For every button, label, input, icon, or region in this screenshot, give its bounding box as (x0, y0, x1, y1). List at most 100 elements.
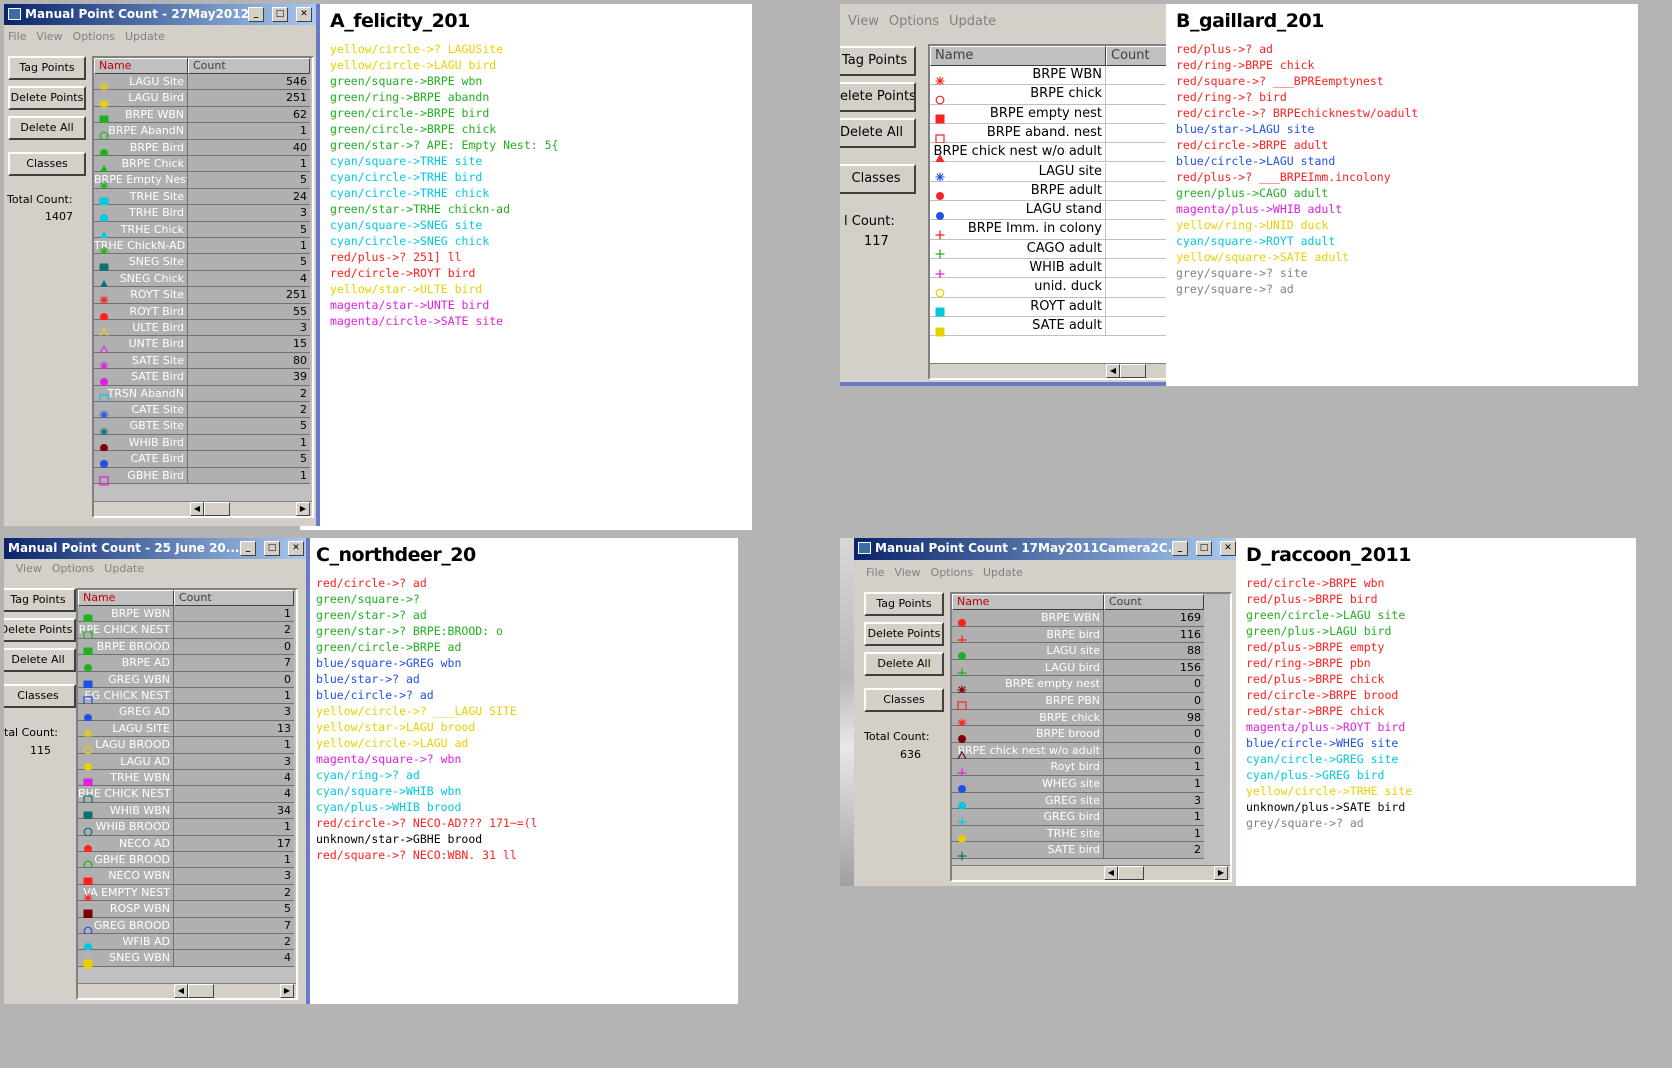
table-row[interactable]: BRPE empty nest (930, 104, 1166, 124)
table-row[interactable]: BRPE WBN 62 (94, 106, 312, 125)
delete-points-button[interactable]: Delete Points (864, 622, 944, 646)
menu-file[interactable]: File (8, 30, 26, 43)
menu-options[interactable]: Options (889, 14, 939, 29)
table-row[interactable]: GBHE Bird 1 (94, 467, 312, 486)
table-row[interactable]: SATE Site 80 (94, 352, 312, 371)
maximize-icon[interactable]: □ (1196, 541, 1212, 556)
table-row[interactable]: LAGU AD 3 (78, 753, 296, 771)
table-row[interactable]: BRPE chick nest w/o adult 0 (952, 742, 1230, 761)
column-header-name[interactable]: Name (930, 46, 1106, 66)
menu-update[interactable]: Update (949, 14, 996, 29)
menu-view[interactable]: View (894, 566, 920, 579)
scroll-right-icon[interactable]: ▶ (280, 984, 294, 998)
classes-button[interactable]: Classes (864, 688, 944, 712)
minimize-icon[interactable]: _ (248, 7, 264, 22)
table-row[interactable]: SATE bird 2 (952, 842, 1230, 861)
horizontal-scrollbar[interactable]: ◀ (930, 363, 1166, 378)
class-count-grid[interactable]: Name Count BRPE WBN 1 RPE CHICK NEST 2 BRPE BR… (76, 588, 298, 1000)
table-row[interactable]: ROYT adult (930, 297, 1166, 317)
scroll-left-icon[interactable]: ◀ (1104, 866, 1118, 880)
table-row[interactable]: SATE Bird 39 (94, 369, 312, 387)
table-row[interactable]: BRPE WBN 1 (78, 606, 296, 624)
table-row[interactable]: LAGU Bird 251 (94, 90, 312, 108)
table-row[interactable]: TRHE site 1 (952, 825, 1230, 844)
menu-options[interactable]: Options (73, 30, 115, 43)
menu-view[interactable]: View (36, 30, 62, 43)
table-row[interactable]: SNEG WBN 4 (78, 950, 296, 969)
table-row[interactable]: RPE CHICK NEST 2 (78, 622, 296, 641)
tag-points-button[interactable]: Tag Points (840, 46, 916, 76)
horizontal-scrollbar[interactable]: ◀ ▶ (78, 983, 296, 998)
table-row[interactable]: CATE Site 2 (94, 402, 312, 420)
classes-button[interactable]: Classes (4, 684, 76, 708)
table-row[interactable]: GREG site 3 (952, 792, 1230, 810)
table-row[interactable]: BRPE bird 116 (952, 626, 1230, 645)
scroll-thumb[interactable] (188, 984, 214, 998)
table-row[interactable]: ROSP WBN 5 (78, 901, 296, 919)
delete-points-button[interactable]: Delete Points (840, 82, 916, 112)
scroll-left-icon[interactable]: ◀ (190, 502, 204, 516)
table-row[interactable]: WHIB BROOD 1 (78, 819, 296, 837)
table-row[interactable]: Royt bird 1 (952, 759, 1230, 778)
table-row[interactable]: BRPE PBN 0 (952, 693, 1230, 711)
menu-file[interactable]: File (866, 566, 884, 579)
table-row[interactable]: BRPE chick (930, 85, 1166, 105)
scroll-thumb[interactable] (204, 502, 230, 516)
column-header-name[interactable]: Name (952, 594, 1104, 610)
scroll-right-icon[interactable]: ▶ (296, 502, 310, 516)
table-row[interactable]: BRPE BROOD 0 (78, 638, 296, 657)
scroll-right-icon[interactable]: ▶ (1214, 866, 1228, 880)
classes-button[interactable]: Classes (840, 164, 916, 194)
table-row[interactable]: SNEG Chick 4 (94, 270, 312, 288)
table-row[interactable]: BRPE WBN (930, 66, 1166, 86)
table-row[interactable]: WHEG site 1 (952, 776, 1230, 794)
table-row[interactable]: GBHE BROOD 1 (78, 852, 296, 870)
table-row[interactable]: GREG AD 3 (78, 704, 296, 722)
table-row[interactable]: BRPE AD 7 (78, 655, 296, 673)
minimize-icon[interactable]: _ (240, 541, 256, 556)
delete-points-button[interactable]: Delete Points (4, 618, 76, 642)
table-row[interactable]: LAGU Site 546 (94, 74, 312, 92)
delete-points-button[interactable]: Delete Points (8, 86, 86, 110)
table-row[interactable]: BRPE WBN 169 (952, 610, 1230, 628)
table-row[interactable]: LAGU SITE 13 (78, 720, 296, 739)
menu-view[interactable]: View (848, 14, 879, 29)
scroll-left-icon[interactable]: ◀ (174, 984, 188, 998)
panel-d-titlebar[interactable]: Manual Point Count - 17May2011Camera2C..… (854, 538, 1236, 560)
maximize-icon[interactable]: □ (272, 7, 288, 22)
table-row[interactable]: WHIB Bird 1 (94, 434, 312, 452)
table-row[interactable]: LAGU bird 156 (952, 659, 1230, 678)
table-row[interactable]: SATE adult (930, 316, 1166, 337)
horizontal-scrollbar[interactable]: ◀ ▶ (94, 501, 312, 516)
tag-points-button[interactable]: Tag Points (864, 592, 944, 616)
menu-options[interactable]: Options (931, 566, 973, 579)
table-row[interactable]: EG CHICK NEST 1 (78, 688, 296, 706)
table-row[interactable]: NECO WBN 3 (78, 868, 296, 887)
table-row[interactable]: LAGU site (930, 162, 1166, 182)
table-row[interactable]: SNEG Site 5 (94, 254, 312, 273)
table-row[interactable]: LAGU stand (930, 201, 1166, 221)
table-row[interactable]: BRPE empty nest 0 (952, 676, 1230, 695)
menu-file[interactable]: : (4, 562, 6, 575)
table-row[interactable]: BRPE chick nest w/o adult (930, 143, 1166, 163)
table-row[interactable]: WFIB AD 2 (78, 934, 296, 952)
column-header-count[interactable]: Count (188, 58, 310, 74)
scroll-thumb[interactable] (1118, 866, 1144, 880)
table-row[interactable]: NECO AD 17 (78, 835, 296, 853)
table-row[interactable]: BRPE aband. nest (930, 123, 1166, 144)
table-row[interactable]: CATE Bird 5 (94, 451, 312, 469)
table-row[interactable]: LAGU BROOD 1 (78, 737, 296, 755)
panel-a-titlebar[interactable]: Manual Point Count - 27May2012... _ □ ✕ (4, 4, 316, 25)
table-row[interactable]: BRPE Empty Nest 5 (94, 172, 312, 191)
table-row[interactable]: VA EMPTY NEST 2 (78, 884, 296, 903)
table-row[interactable]: WHIB WBN 34 (78, 802, 296, 821)
table-row[interactable]: ULTE Bird 3 (94, 320, 312, 338)
table-row[interactable]: BRPE Bird 40 (94, 139, 312, 157)
table-row[interactable]: GREG WBN 0 (78, 671, 296, 690)
class-count-grid[interactable]: Name Count LAGU Site 546 LAGU Bird 251 BRPE WB… (92, 56, 314, 518)
class-count-grid[interactable]: Name Count BRPE WBN 169 BRPE bird 116 LAGU sit… (950, 592, 1232, 882)
table-row[interactable]: TRHE Bird 3 (94, 205, 312, 223)
table-row[interactable]: ROYT Site 251 (94, 287, 312, 305)
table-row[interactable]: WHIB adult (930, 259, 1166, 279)
scroll-thumb[interactable] (1120, 364, 1146, 378)
